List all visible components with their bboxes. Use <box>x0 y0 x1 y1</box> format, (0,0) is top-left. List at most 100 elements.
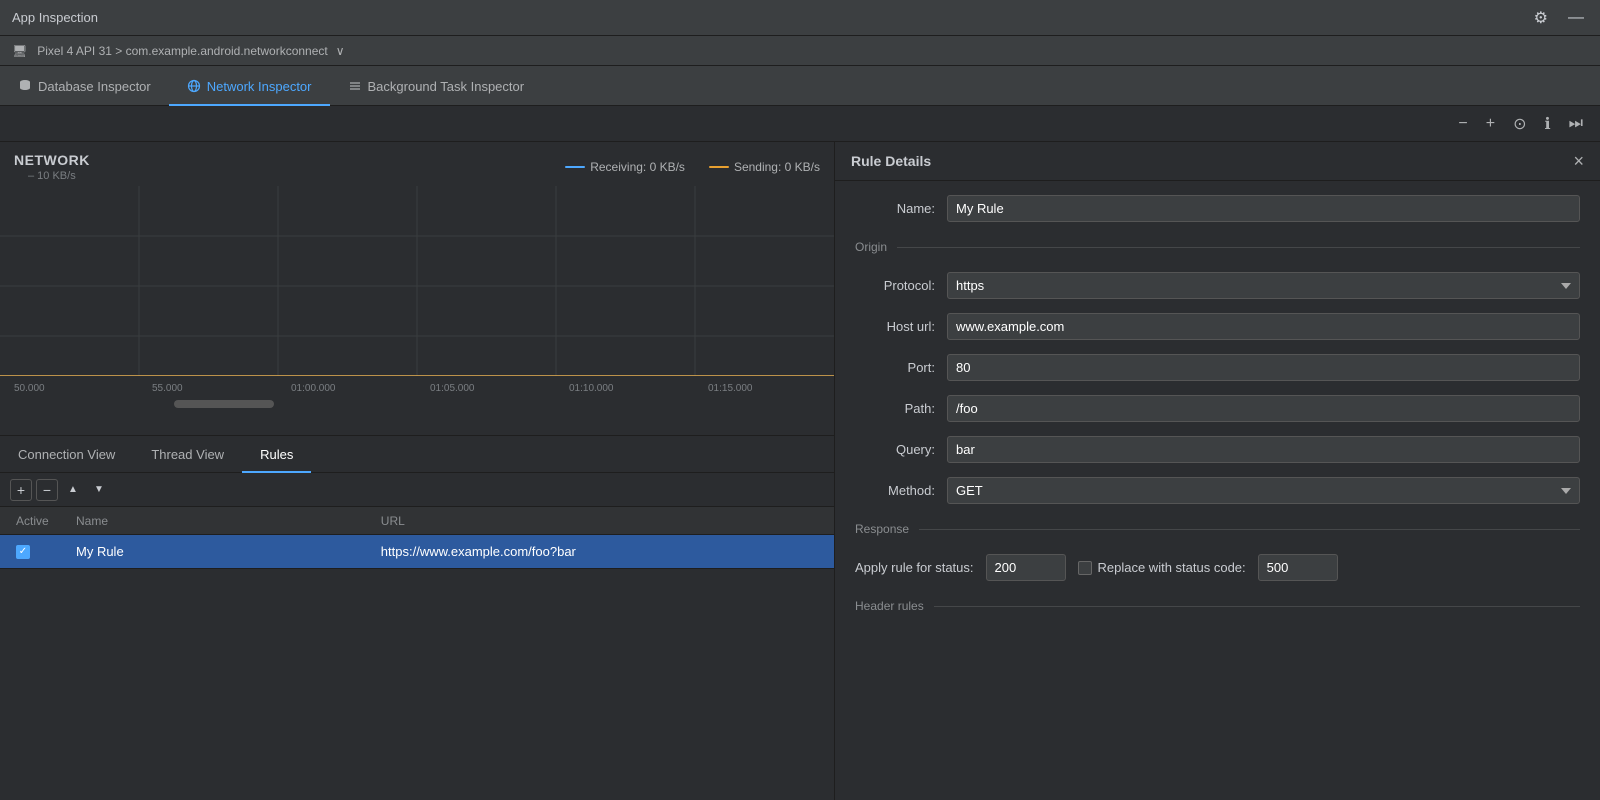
toolbar: − + ⊙ ℹ ⏭ <box>0 106 1600 142</box>
tab-background[interactable]: Background Task Inspector <box>330 68 543 106</box>
host-url-form-row: Host url: <box>855 313 1580 340</box>
zoom-out-button[interactable]: − <box>1453 112 1472 136</box>
host-url-label: Host url: <box>855 319 935 334</box>
header-rules-divider: Header rules <box>855 599 1580 613</box>
database-icon <box>18 79 32 93</box>
rule-url-cell: https://www.example.com/foo?bar <box>373 544 826 559</box>
apply-rule-label: Apply rule for status: <box>855 560 974 575</box>
query-form-row: Query: <box>855 436 1580 463</box>
header-rules-label: Header rules <box>855 599 924 613</box>
device-label: Pixel 4 API 31 > com.example.android.net… <box>37 44 328 58</box>
globe-icon <box>187 79 201 93</box>
chart-subtitle: – 10 KB/s <box>14 170 90 182</box>
chevron-down-icon[interactable]: ∨ <box>336 44 345 58</box>
chart-title: NETWORK <box>14 152 90 168</box>
zoom-in-button[interactable]: + <box>1481 112 1500 136</box>
tab-thread-view[interactable]: Thread View <box>133 437 242 473</box>
main-content: NETWORK – 10 KB/s Receiving: 0 KB/s Send… <box>0 142 1600 800</box>
move-down-button[interactable]: ▼ <box>88 479 110 501</box>
method-select[interactable]: GET POST PUT DELETE any <box>947 477 1580 504</box>
name-input[interactable] <box>947 195 1580 222</box>
tick-0: 50.000 <box>14 383 45 394</box>
network-chart-svg <box>0 186 834 376</box>
rule-details-title: Rule Details <box>851 153 931 169</box>
replace-status-checkbox[interactable] <box>1078 561 1092 575</box>
list-icon <box>348 79 362 93</box>
tick-1: 55.000 <box>152 383 183 394</box>
skip-button[interactable]: ⏭ <box>1564 112 1588 136</box>
replace-with-label: Replace with status code: <box>1098 560 1246 575</box>
minimize-button[interactable]: — <box>1564 7 1588 29</box>
name-label: Name: <box>855 201 935 216</box>
response-divider-line <box>919 529 1580 530</box>
tab-connection-view[interactable]: Connection View <box>0 437 133 473</box>
move-up-button[interactable]: ▲ <box>62 479 84 501</box>
sending-label: Sending: 0 KB/s <box>734 160 820 174</box>
rule-details-header: Rule Details × <box>835 142 1600 181</box>
sending-legend: Sending: 0 KB/s <box>709 160 820 174</box>
path-form-row: Path: <box>855 395 1580 422</box>
scroll-thumb[interactable] <box>174 400 274 408</box>
title-bar: App Inspection ⚙ — <box>0 0 1600 36</box>
info-button[interactable]: ℹ <box>1540 111 1556 137</box>
tick-3: 01:05.000 <box>430 383 475 394</box>
timeline-axis: 50.000 55.000 01:00.000 01:05.000 01:10.… <box>0 376 834 400</box>
protocol-label: Protocol: <box>855 278 935 293</box>
table-row[interactable]: ✓ My Rule https://www.example.com/foo?ba… <box>0 535 834 569</box>
tab-database[interactable]: Database Inspector <box>0 68 169 106</box>
tab-network-label: Network Inspector <box>207 79 312 94</box>
status-response-row: Apply rule for status: Replace with stat… <box>855 554 1580 581</box>
title-bar-title: App Inspection <box>12 10 98 25</box>
tab-database-label: Database Inspector <box>38 79 151 94</box>
tick-5: 01:15.000 <box>708 383 753 394</box>
host-url-input[interactable] <box>947 313 1580 340</box>
device-bar: 🖥 Pixel 4 API 31 > com.example.android.n… <box>0 36 1600 66</box>
right-panel: Rule Details × Name: Origin Protocol: ht… <box>835 142 1600 800</box>
tick-4: 01:10.000 <box>569 383 614 394</box>
protocol-form-row: Protocol: https http any <box>855 272 1580 299</box>
tick-2: 01:00.000 <box>291 383 336 394</box>
tab-bar: Database Inspector Network Inspector Bac… <box>0 66 1600 106</box>
path-input[interactable] <box>947 395 1580 422</box>
response-divider: Response <box>855 522 1580 536</box>
method-form-row: Method: GET POST PUT DELETE any <box>855 477 1580 504</box>
apply-rule-input[interactable] <box>986 554 1066 581</box>
receiving-line <box>565 166 585 168</box>
path-label: Path: <box>855 401 935 416</box>
tab-network[interactable]: Network Inspector <box>169 68 330 106</box>
remove-rule-button[interactable]: − <box>36 479 58 501</box>
port-input[interactable] <box>947 354 1580 381</box>
col-url-header: URL <box>373 514 826 528</box>
port-form-row: Port: <box>855 354 1580 381</box>
rule-active-cell: ✓ <box>8 545 68 559</box>
rules-table-header: Active Name URL <box>0 507 834 535</box>
response-label: Response <box>855 522 909 536</box>
col-active-header: Active <box>8 514 68 528</box>
name-form-row: Name: <box>855 195 1580 222</box>
reset-zoom-button[interactable]: ⊙ <box>1508 111 1531 137</box>
settings-button[interactable]: ⚙ <box>1530 6 1552 30</box>
tab-background-label: Background Task Inspector <box>368 79 525 94</box>
title-bar-right: ⚙ — <box>1530 6 1588 30</box>
tab-rules[interactable]: Rules <box>242 437 311 473</box>
title-bar-left: App Inspection <box>12 10 98 25</box>
rule-details-body: Name: Origin Protocol: https http any Ho… <box>835 181 1600 631</box>
bottom-tab-bar: Connection View Thread View Rules <box>0 435 834 473</box>
tab-rules-label: Rules <box>260 447 293 462</box>
rule-name-cell: My Rule <box>68 544 373 559</box>
header-rules-divider-line <box>934 606 1580 607</box>
scroll-container <box>14 400 820 410</box>
col-name-header: Name <box>68 514 373 528</box>
chart-area: NETWORK – 10 KB/s Receiving: 0 KB/s Send… <box>0 142 834 435</box>
method-label: Method: <box>855 483 935 498</box>
chart-header: NETWORK – 10 KB/s Receiving: 0 KB/s Send… <box>0 142 834 186</box>
add-rule-button[interactable]: + <box>10 479 32 501</box>
rules-table: Active Name URL ✓ My Rule https://www.ex… <box>0 507 834 800</box>
replace-with-input[interactable] <box>1258 554 1338 581</box>
query-input[interactable] <box>947 436 1580 463</box>
protocol-select[interactable]: https http any <box>947 272 1580 299</box>
active-checkbox[interactable]: ✓ <box>16 545 30 559</box>
origin-label: Origin <box>855 240 887 254</box>
chart-canvas <box>0 186 834 376</box>
close-rule-details-button[interactable]: × <box>1573 152 1584 170</box>
